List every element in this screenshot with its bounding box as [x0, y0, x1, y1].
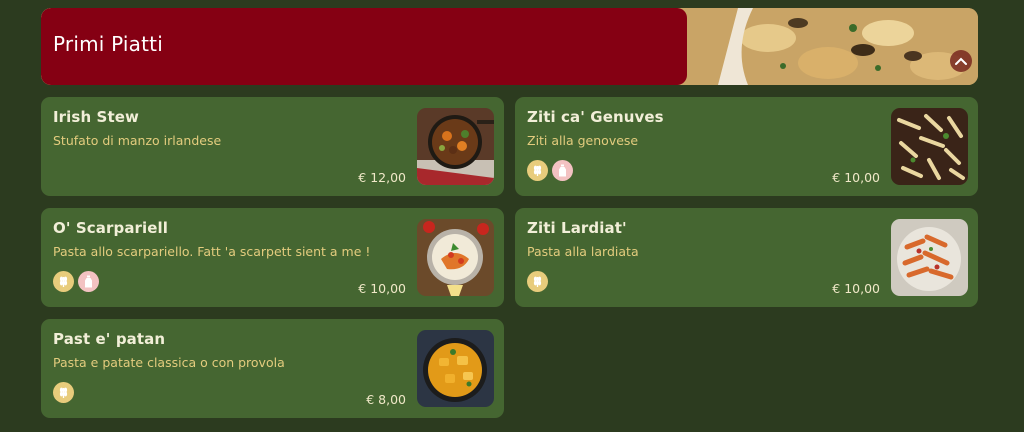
menu-item-card[interactable]: Ziti Lardiat' Pasta alla lardiata € 10,0… — [515, 208, 978, 307]
gluten-allergen-badge — [53, 271, 74, 292]
wheat-icon — [533, 165, 542, 176]
menu-item-name: O' Scarpariell — [53, 219, 169, 237]
menu-item-image[interactable] — [891, 108, 968, 185]
wheat-icon — [59, 387, 68, 398]
menu-item-name: Ziti Lardiat' — [527, 219, 627, 237]
chevron-up-icon — [955, 57, 967, 65]
menu-item-description: Pasta e patate classica o con provola — [53, 355, 285, 370]
menu-item-card[interactable]: Past e' patan Pasta e patate classica o … — [41, 319, 504, 418]
menu-item-image[interactable] — [417, 330, 494, 407]
milk-allergen-badge — [552, 160, 573, 181]
gluten-allergen-badge — [53, 382, 74, 403]
menu-item-description: Ziti alla genovese — [527, 133, 639, 148]
menu-item-card[interactable]: Ziti ca' Genuves Ziti alla genovese € 10… — [515, 97, 978, 196]
menu-item-description: Stufato di manzo irlandese — [53, 133, 222, 148]
collapse-button[interactable] — [950, 50, 972, 72]
menu-item-price: € 10,00 — [358, 281, 406, 296]
menu-item-name: Irish Stew — [53, 108, 139, 126]
allergen-list — [53, 271, 99, 292]
menu-item-card[interactable]: O' Scarpariell Pasta allo scarpariello. … — [41, 208, 504, 307]
gluten-allergen-badge — [527, 271, 548, 292]
milk-bottle-icon — [85, 275, 92, 288]
section-header[interactable]: Primi Piatti — [41, 8, 978, 85]
menu-item-image[interactable] — [891, 219, 968, 296]
menu-item-price: € 8,00 — [366, 392, 406, 407]
menu-item-image[interactable] — [417, 108, 494, 185]
milk-bottle-icon — [559, 164, 566, 177]
wheat-icon — [59, 276, 68, 287]
section-header-image — [678, 8, 978, 85]
allergen-list — [527, 160, 573, 181]
allergen-list — [53, 382, 74, 403]
gluten-allergen-badge — [527, 160, 548, 181]
menu-item-image[interactable] — [417, 219, 494, 296]
menu-item-description: Pasta alla lardiata — [527, 244, 639, 259]
menu-item-name: Past e' patan — [53, 330, 166, 348]
menu-item-description: Pasta allo scarpariello. Fatt 'a scarpet… — [53, 244, 371, 259]
wheat-icon — [533, 276, 542, 287]
allergen-list — [527, 271, 548, 292]
menu-item-card[interactable]: Irish Stew Stufato di manzo irlandese € … — [41, 97, 504, 196]
menu-item-price: € 12,00 — [358, 170, 406, 185]
menu-item-price: € 10,00 — [832, 281, 880, 296]
section-title: Primi Piatti — [53, 32, 163, 56]
menu-item-price: € 10,00 — [832, 170, 880, 185]
menu-item-name: Ziti ca' Genuves — [527, 108, 664, 126]
milk-allergen-badge — [78, 271, 99, 292]
section-header-band: Primi Piatti — [41, 8, 687, 85]
